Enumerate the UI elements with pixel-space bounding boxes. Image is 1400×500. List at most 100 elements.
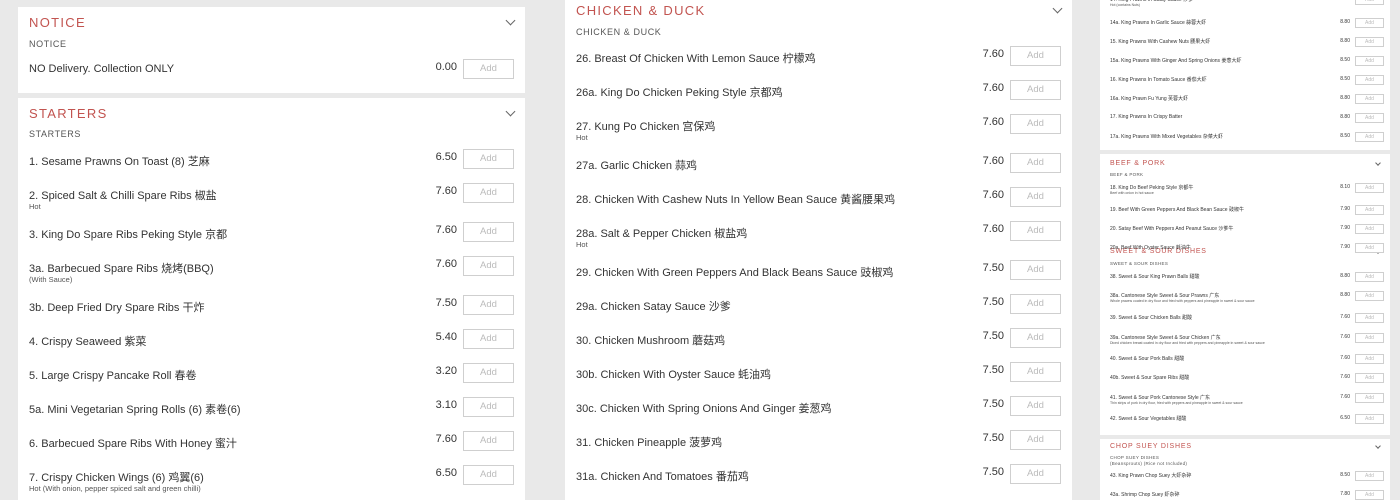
menu-item-description: Thin strips of pork in dry flour, fried … bbox=[1110, 401, 1243, 405]
menu-item-description: Whole prawns coated in dry flour and fri… bbox=[1110, 299, 1255, 303]
menu-item-name: 17. King Prawns In Crispy Batter bbox=[1110, 114, 1183, 120]
add-to-order-button[interactable]: Add bbox=[1355, 113, 1384, 123]
menu-item-name: 20. Satay Beef With Peppers And Peanut S… bbox=[1110, 226, 1234, 232]
menu-item-description: Hot (With onion, pepper spiced salt and … bbox=[29, 484, 201, 493]
add-to-order-button[interactable]: Add bbox=[1355, 471, 1384, 481]
notice-subtitle: NOTICE bbox=[29, 39, 67, 49]
add-to-order-button[interactable]: Add bbox=[1010, 80, 1061, 100]
add-to-order-button[interactable]: Add bbox=[1355, 393, 1384, 403]
add-to-order-button[interactable]: Add bbox=[1010, 464, 1061, 484]
chevron-down-icon[interactable] bbox=[1375, 442, 1381, 449]
notice-header[interactable]: Notice bbox=[29, 15, 516, 30]
add-to-order-button[interactable]: Add bbox=[463, 222, 514, 242]
add-to-order-button[interactable]: Add bbox=[1010, 260, 1061, 280]
add-to-order-button[interactable]: Add bbox=[1355, 18, 1384, 28]
menu-item-price: 8.80 bbox=[1340, 95, 1350, 101]
menu-item-name: 29. Chicken With Green Peppers And Black… bbox=[576, 267, 894, 279]
menu-item-name: 28a. Salt & Pepper Chicken 椒盐鸡 bbox=[576, 228, 748, 240]
menu-item-name: 39a. Cantonese Style Sweet & Sour Chicke… bbox=[1110, 335, 1221, 341]
add-to-order-button[interactable]: Add bbox=[1010, 187, 1061, 207]
add-to-order-button[interactable]: Add bbox=[1355, 313, 1384, 323]
chopsuey-header[interactable]: Chop Suey Dishes bbox=[1110, 442, 1381, 450]
menu-item-name: 2. Spiced Salt & Chilli Spare Ribs 椒盐 bbox=[29, 190, 217, 202]
menu-item-price: 7.80 bbox=[1340, 491, 1350, 497]
add-to-order-button[interactable]: Add bbox=[1010, 114, 1061, 134]
add-to-order-button[interactable]: Add bbox=[1355, 0, 1384, 5]
menu-column-2: Chicken & Duck CHICKEN & DUCK 26. Breast… bbox=[543, 0, 1091, 500]
menu-item-name: 16a. King Prawn Fu Yung 芙蓉大虾 bbox=[1110, 96, 1189, 102]
menu-item-name: 7. Crispy Chicken Wings (6) 鸡翼(6) bbox=[29, 472, 204, 484]
add-to-order-button[interactable]: Add bbox=[1010, 430, 1061, 450]
menu-item-name: 39. Sweet & Sour Chicken Balls 甜酸 bbox=[1110, 315, 1192, 321]
add-to-order-button[interactable]: Add bbox=[1355, 205, 1384, 215]
add-to-order-button[interactable]: Add bbox=[463, 431, 514, 451]
menu-item-price: 7.50 bbox=[982, 466, 1004, 478]
menu-item-price: 7.60 bbox=[982, 48, 1004, 60]
menu-item-name: 27a. Garlic Chicken 蒜鸡 bbox=[576, 160, 698, 172]
menu-item-name: 18. King Do Beef Peking Style 京都牛 bbox=[1110, 185, 1194, 191]
chevron-down-icon[interactable] bbox=[1375, 159, 1381, 166]
menu-item-name: 5a. Mini Vegetarian Spring Rolls (6) 素卷(… bbox=[29, 404, 241, 416]
starters-header[interactable]: Starters bbox=[29, 106, 516, 121]
add-to-order-button[interactable]: Add bbox=[463, 329, 514, 349]
add-to-order-button[interactable]: Add bbox=[1010, 153, 1061, 173]
add-to-order-button[interactable]: Add bbox=[1010, 294, 1061, 314]
add-to-order-button[interactable]: Add bbox=[1355, 373, 1384, 383]
add-to-order-button[interactable]: Add bbox=[463, 295, 514, 315]
chopsuey-note: (Beansprouts) (Rice not Included) bbox=[1110, 461, 1188, 466]
menu-item-price: 3.20 bbox=[435, 365, 457, 377]
beef-header[interactable]: Beef & Pork bbox=[1110, 159, 1381, 167]
add-to-order-button[interactable]: Add bbox=[463, 149, 514, 169]
add-to-order-button[interactable]: Add bbox=[463, 59, 514, 79]
add-to-order-button[interactable]: Add bbox=[463, 465, 514, 485]
add-to-order-button[interactable]: Add bbox=[1355, 37, 1384, 47]
menu-item-description: (With Sauce) bbox=[29, 275, 73, 284]
add-to-order-button[interactable]: Add bbox=[1355, 75, 1384, 85]
chevron-down-icon[interactable] bbox=[505, 15, 516, 26]
menu-item-name: 27. Kung Po Chicken 宫保鸡 bbox=[576, 121, 716, 133]
add-to-order-button[interactable]: Add bbox=[1355, 56, 1384, 66]
add-to-order-button[interactable]: Add bbox=[1355, 272, 1384, 282]
add-to-order-button[interactable]: Add bbox=[1355, 354, 1384, 364]
add-to-order-button[interactable]: Add bbox=[463, 363, 514, 383]
add-to-order-button[interactable]: Add bbox=[1355, 183, 1384, 193]
menu-item-name: 43. King Prawn Chop Suey 大虾杂碎 bbox=[1110, 473, 1192, 479]
menu-item-price: 7.60 bbox=[982, 116, 1004, 128]
menu-item-price: 5.40 bbox=[435, 331, 457, 343]
sweetsour-subtitle: SWEET & SOUR DISHES bbox=[1110, 261, 1169, 266]
add-to-order-button[interactable]: Add bbox=[1355, 333, 1384, 343]
menu-item-name: 30b. Chicken With Oyster Sauce 蚝油鸡 bbox=[576, 369, 772, 381]
chicken-header[interactable]: Chicken & Duck bbox=[576, 3, 1063, 18]
add-to-order-button[interactable]: Add bbox=[1355, 490, 1384, 500]
menu-item-name: 3a. Barbecued Spare Ribs 烧烤(BBQ) bbox=[29, 263, 214, 275]
add-to-order-button[interactable]: Add bbox=[1010, 46, 1061, 66]
menu-item-price: 7.50 bbox=[982, 432, 1004, 444]
add-to-order-button[interactable]: Add bbox=[1355, 414, 1384, 424]
chevron-down-icon[interactable] bbox=[1052, 3, 1063, 14]
add-to-order-button[interactable]: Add bbox=[463, 397, 514, 417]
add-to-order-button[interactable]: Add bbox=[1010, 221, 1061, 241]
menu-item-name: 30c. Chicken With Spring Onions And Ging… bbox=[576, 403, 832, 415]
menu-item-name: 15. King Prawns With Cashew Nuts 腰果大虾 bbox=[1110, 39, 1211, 45]
menu-item-name: 38. Sweet & Sour King Prawn Balls 甜酸 bbox=[1110, 274, 1200, 280]
chevron-down-icon[interactable] bbox=[505, 106, 516, 117]
menu-item-name: 26. Breast Of Chicken With Lemon Sauce 柠… bbox=[576, 53, 816, 65]
menu-item-name: 38a. Cantonese Style Sweet & Sour Prawns… bbox=[1110, 293, 1220, 299]
add-to-order-button[interactable]: Add bbox=[1010, 362, 1061, 382]
add-to-order-button[interactable]: Add bbox=[1355, 94, 1384, 104]
add-to-order-button[interactable]: Add bbox=[1355, 291, 1384, 301]
menu-item-name: 20a. Beef With Oyster Sauce 蚝油牛 bbox=[1110, 245, 1191, 251]
menu-item-price: 6.50 bbox=[435, 151, 457, 163]
menu-item-name: 16. King Prawns In Tomato Sauce 番茄大虾 bbox=[1110, 77, 1207, 83]
beef-section: Beef & Pork BEEF & PORK bbox=[1100, 154, 1390, 246]
add-to-order-button[interactable]: Add bbox=[1010, 328, 1061, 348]
add-to-order-button[interactable]: Add bbox=[463, 183, 514, 203]
add-to-order-button[interactable]: Add bbox=[463, 256, 514, 276]
add-to-order-button[interactable]: Add bbox=[1010, 396, 1061, 416]
add-to-order-button[interactable]: Add bbox=[1355, 243, 1384, 253]
menu-item-price: 7.60 bbox=[435, 224, 457, 236]
add-to-order-button[interactable]: Add bbox=[1355, 132, 1384, 142]
menu-item-price: 7.50 bbox=[435, 297, 457, 309]
menu-item-price: 8.10 bbox=[1340, 184, 1350, 190]
add-to-order-button[interactable]: Add bbox=[1355, 224, 1384, 234]
